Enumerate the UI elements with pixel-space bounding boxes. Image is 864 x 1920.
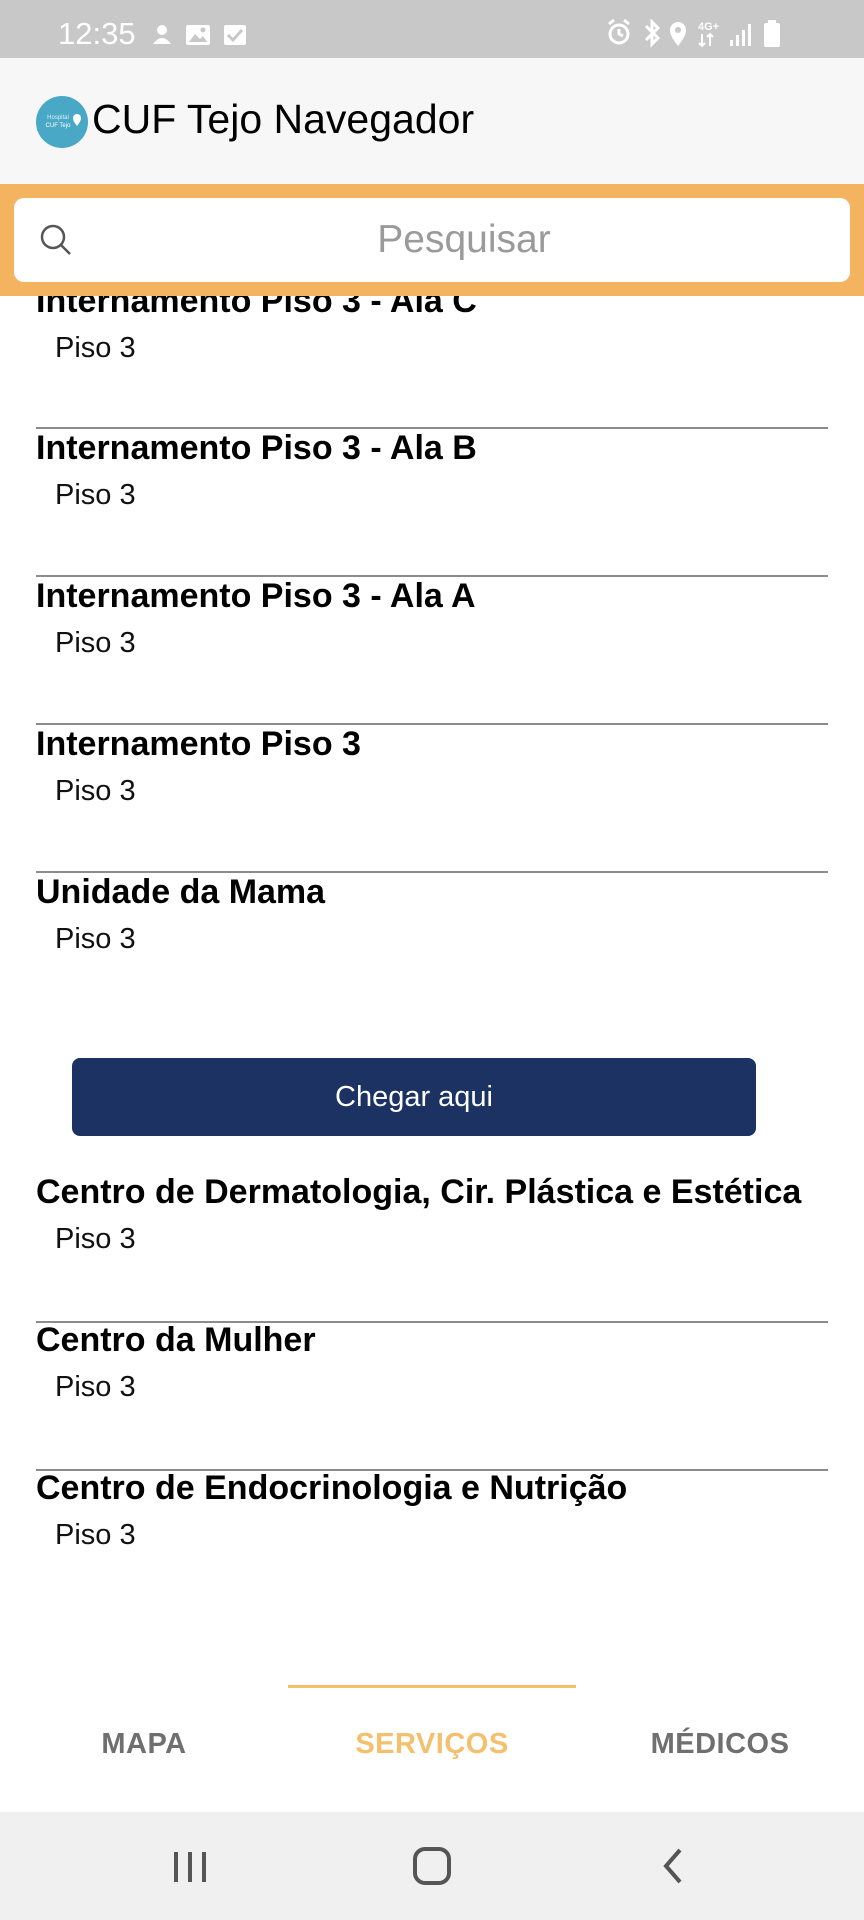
service-list[interactable]: Internamento Piso 3 - Ala C Piso 3 Inter… (0, 296, 864, 1680)
list-item[interactable]: Internamento Piso 3 Piso 3 (0, 725, 864, 873)
item-title: Internamento Piso 3 - Ala A (36, 577, 476, 615)
4g-icon: 4G+ (698, 21, 719, 48)
list-item[interactable]: Internamento Piso 3 - Ala C Piso 3 (0, 296, 864, 404)
list-item[interactable]: Centro de Endocrinologia e Nutrição Piso… (0, 1469, 864, 1617)
search-input[interactable] (94, 198, 834, 282)
tab-servicos[interactable]: SERVIÇOS (288, 1728, 576, 1761)
item-title: Centro de Endocrinologia e Nutrição (36, 1469, 628, 1507)
item-floor: Piso 3 (55, 1371, 136, 1403)
search-box[interactable] (14, 198, 850, 282)
app-header: Hospital CUF Tejo CUF Tejo Navegador (0, 58, 864, 184)
item-floor: Piso 3 (55, 923, 136, 955)
screen: 12:35 4G+ Hospital CUF Tejo CUF Tejo Nav… (0, 0, 864, 1920)
location-icon (670, 22, 686, 46)
status-time: 12:35 (58, 16, 136, 51)
nav-bar (0, 1812, 864, 1920)
bluetooth-icon (644, 18, 661, 48)
active-tab-indicator (288, 1685, 576, 1688)
search-icon (40, 224, 71, 255)
item-floor: Piso 3 (55, 332, 136, 364)
item-floor: Piso 3 (55, 1519, 136, 1551)
list-item[interactable]: Centro de Dermatologia, Cir. Plástica e … (0, 1173, 864, 1321)
pin-icon (73, 114, 81, 126)
item-floor: Piso 3 (55, 1223, 136, 1255)
item-floor: Piso 3 (55, 479, 136, 511)
item-title: Unidade da Mama (36, 873, 326, 911)
back-icon[interactable] (644, 1840, 704, 1892)
item-title: Internamento Piso 3 (36, 725, 361, 763)
item-title: Internamento Piso 3 - Ala B (36, 429, 477, 467)
list-item[interactable]: Centro da Mulher Piso 3 (0, 1321, 864, 1469)
app-logo: Hospital CUF Tejo (36, 96, 88, 148)
item-title: Centro da Mulher (36, 1321, 316, 1359)
alarm-icon (608, 18, 630, 45)
image-icon (186, 25, 210, 45)
network-label: 4G+ (698, 21, 719, 33)
tab-mapa[interactable]: MAPA (0, 1728, 288, 1761)
svg-text:CUF Tejo: CUF Tejo (46, 123, 72, 129)
list-item[interactable]: Internamento Piso 3 - Ala B Piso 3 (0, 429, 864, 577)
item-floor: Piso 3 (55, 627, 136, 659)
status-bar: 12:35 4G+ (0, 0, 864, 58)
tab-bar: MAPA SERVIÇOS MÉDICOS (0, 1680, 864, 1812)
item-floor: Piso 3 (55, 775, 136, 807)
item-title: Internamento Piso 3 - Ala C (36, 296, 477, 320)
app-title: CUF Tejo Navegador (92, 96, 475, 142)
search-band (0, 184, 864, 296)
chegar-aqui-button[interactable]: Chegar aqui (72, 1058, 756, 1136)
home-icon[interactable] (402, 1840, 462, 1892)
notification-icon (153, 25, 171, 44)
recent-apps-icon[interactable] (160, 1840, 220, 1892)
status-left-icons (153, 25, 246, 45)
list-item[interactable]: Internamento Piso 3 - Ala A Piso 3 (0, 577, 864, 725)
item-title: Centro de Dermatologia, Cir. Plástica e … (36, 1173, 802, 1211)
battery-icon (764, 20, 780, 47)
status-right-icons: 4G+ (608, 18, 780, 48)
tab-medicos[interactable]: MÉDICOS (576, 1728, 864, 1761)
svg-text:Hospital: Hospital (47, 115, 69, 121)
check-icon (224, 25, 246, 45)
signal-icon (730, 24, 751, 46)
